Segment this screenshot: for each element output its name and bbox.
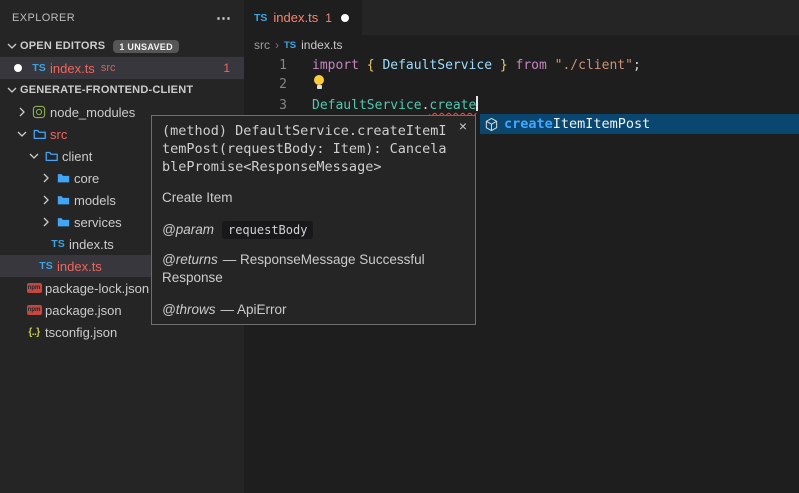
chevron-down-icon[interactable] bbox=[14, 126, 30, 142]
breadcrumb-folder[interactable]: src bbox=[254, 38, 270, 52]
folder-open-icon bbox=[30, 126, 48, 142]
suggestion-matched-text: create bbox=[504, 116, 553, 132]
unsaved-dot-icon[interactable] bbox=[341, 14, 349, 22]
doc-throws-line: @throws— ApiError bbox=[162, 301, 465, 319]
param-name-chip: requestBody bbox=[222, 221, 313, 239]
workspace-name-label: GENERATE-FRONTEND-CLIENT bbox=[20, 84, 193, 96]
service-identifier: DefaultService bbox=[312, 98, 422, 113]
open-editors-label: OPEN EDITORS bbox=[20, 40, 105, 52]
open-editors-section-header[interactable]: OPEN EDITORS 1 UNSAVED bbox=[0, 35, 244, 57]
more-actions-icon[interactable]: ⋯ bbox=[216, 9, 232, 27]
lightbulb-icon[interactable] bbox=[312, 75, 326, 90]
hover-doc-widget: (method) DefaultService.createItemItemPo… bbox=[151, 115, 476, 325]
chevron-down-icon[interactable] bbox=[4, 38, 20, 54]
json-braces-icon: {..} bbox=[25, 324, 43, 340]
chevron-down-icon[interactable] bbox=[4, 82, 20, 98]
modified-dot-icon[interactable] bbox=[14, 64, 22, 72]
tab-error-count: 1 bbox=[325, 11, 332, 25]
param-tag: @param bbox=[162, 222, 214, 237]
doc-param-line: @param requestBody bbox=[162, 221, 465, 239]
tab-file-name: index.ts bbox=[273, 10, 318, 25]
npm-icon: npm bbox=[25, 302, 43, 318]
keyword-import: import bbox=[312, 58, 359, 73]
returns-tag: @returns bbox=[162, 252, 218, 267]
error-count-badge: 1 bbox=[223, 61, 244, 75]
open-editor-file-name: index.ts bbox=[50, 61, 95, 76]
suggestion-item-createItemItemPost[interactable]: createItemItemPost bbox=[480, 114, 799, 134]
typed-member-text: create bbox=[429, 98, 476, 113]
chevron-right-icon[interactable] bbox=[38, 170, 54, 186]
suggestion-rest-text: ItemItemPost bbox=[553, 116, 651, 132]
chevron-right-icon[interactable] bbox=[38, 214, 54, 230]
keyword-from: from bbox=[516, 58, 547, 73]
line-number: 1 bbox=[244, 56, 287, 75]
folder-icon bbox=[54, 192, 72, 208]
tab-bar: TS index.ts 1 bbox=[244, 0, 799, 35]
ts-file-icon: TS bbox=[284, 40, 296, 51]
imported-identifier: DefaultService bbox=[382, 58, 492, 73]
breadcrumb: src › TS index.ts bbox=[244, 35, 799, 55]
workspace-section-header[interactable]: GENERATE-FRONTEND-CLIENT bbox=[0, 79, 244, 101]
code-line-1: 1 import { DefaultService } from "./clie… bbox=[244, 56, 799, 75]
breadcrumb-file[interactable]: index.ts bbox=[301, 38, 342, 52]
code-line-3: 3 DefaultService.create bbox=[244, 96, 799, 115]
chevron-right-icon[interactable] bbox=[38, 192, 54, 208]
close-icon[interactable]: × bbox=[459, 119, 467, 133]
code-line-2: 2 bbox=[244, 75, 799, 96]
tab-indexts[interactable]: TS index.ts 1 bbox=[244, 0, 362, 35]
method-signature: (method) DefaultService.createItemItemPo… bbox=[162, 122, 450, 176]
code-editor[interactable]: 1 import { DefaultService } from "./clie… bbox=[244, 55, 799, 115]
ts-file-icon: TS bbox=[49, 236, 67, 252]
throws-tag: @throws bbox=[162, 302, 215, 317]
ts-file-icon: TS bbox=[30, 60, 48, 76]
doc-returns-line: @returns— ResponseMessage Successful Res… bbox=[162, 251, 450, 287]
folder-icon bbox=[54, 214, 72, 230]
chevron-down-icon[interactable] bbox=[26, 148, 42, 164]
open-editor-file-path: src bbox=[101, 62, 116, 74]
symbol-method-cube-icon bbox=[484, 117, 499, 132]
ts-file-icon: TS bbox=[254, 12, 267, 24]
unsaved-badge: 1 UNSAVED bbox=[113, 40, 179, 53]
folder-open-icon bbox=[42, 148, 60, 164]
line-number: 3 bbox=[244, 96, 287, 115]
open-editor-item-indexts[interactable]: TS index.ts src 1 bbox=[0, 57, 244, 79]
line-number: 2 bbox=[244, 75, 287, 96]
text-cursor bbox=[476, 96, 478, 111]
module-string: "./client" bbox=[555, 58, 633, 73]
folder-icon bbox=[54, 170, 72, 186]
doc-description: Create Item bbox=[162, 189, 465, 207]
npm-icon: npm bbox=[25, 280, 43, 296]
chevron-right-icon[interactable] bbox=[14, 104, 30, 120]
package-folder-icon bbox=[30, 104, 48, 120]
breadcrumb-separator: › bbox=[275, 38, 279, 52]
explorer-title: EXPLORER bbox=[12, 12, 75, 24]
explorer-header: EXPLORER ⋯ bbox=[0, 0, 244, 35]
ts-file-icon: TS bbox=[37, 258, 55, 274]
